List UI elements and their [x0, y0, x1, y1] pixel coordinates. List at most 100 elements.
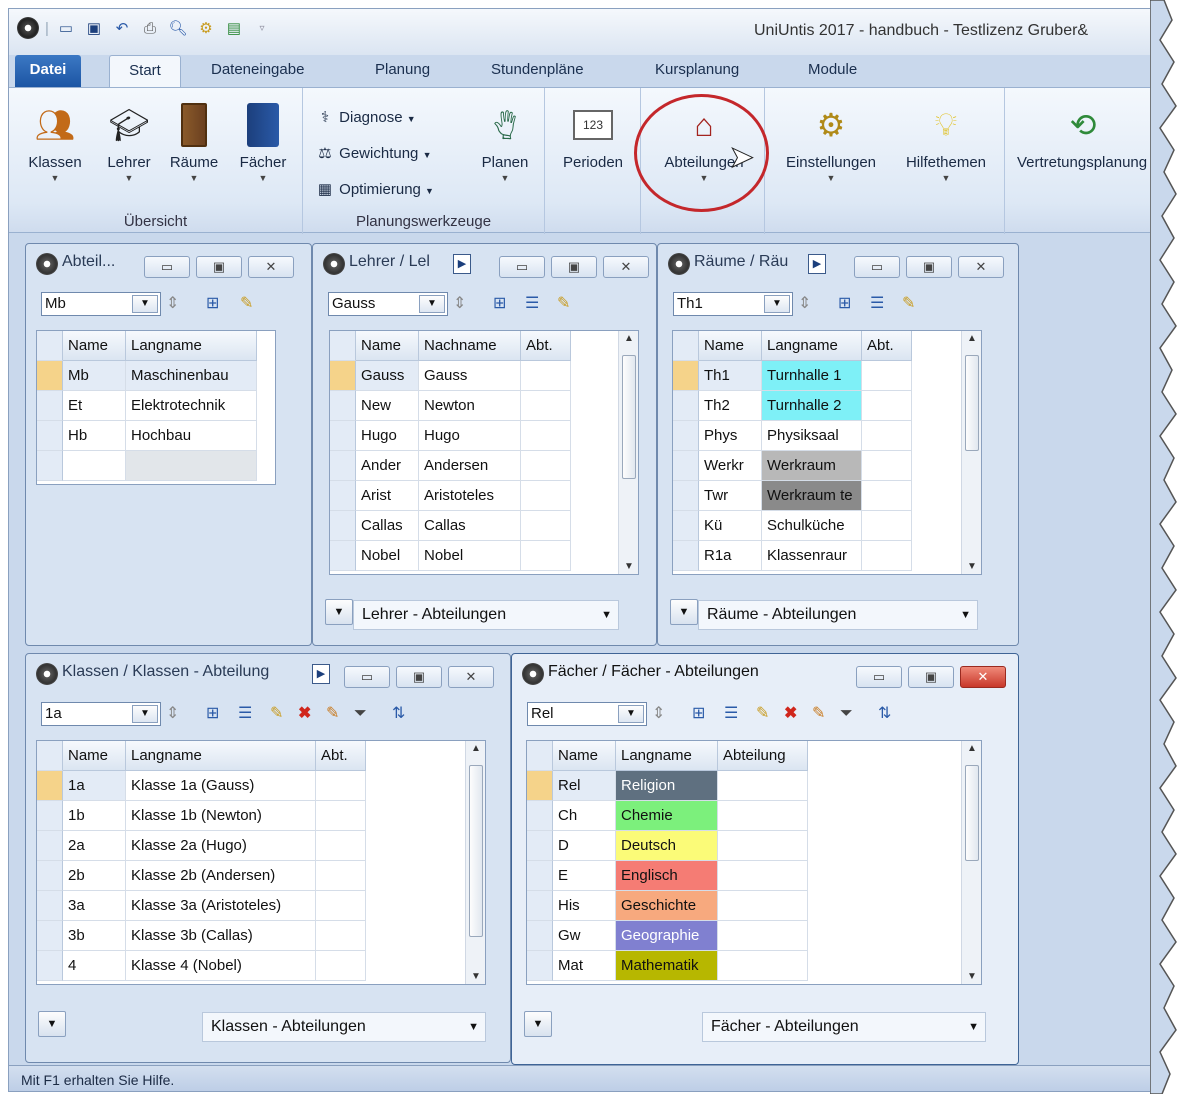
chevron-down-icon[interactable]: ▼: [132, 295, 158, 313]
row-selector[interactable]: [527, 831, 553, 861]
table-cell[interactable]: 1a: [63, 771, 126, 801]
row-selector[interactable]: [330, 481, 356, 511]
table-row[interactable]: Kü Schulküche: [673, 511, 981, 541]
new-row-icon[interactable]: ⊞: [692, 704, 705, 724]
maximize-button[interactable]: ▣: [196, 256, 242, 278]
table-cell[interactable]: Klasse 3b (Callas): [126, 921, 316, 951]
view-combo[interactable]: Räume - Abteilungen ▼: [698, 600, 978, 630]
table-row[interactable]: Mb Maschinenbau: [37, 361, 275, 391]
planen-button[interactable]: 🖐︎ Planen ▼: [471, 102, 539, 184]
table-cell[interactable]: [862, 421, 912, 451]
row-selector[interactable]: [673, 541, 699, 571]
table-row[interactable]: R1a Klassenraur: [673, 541, 981, 571]
element-combo[interactable]: 1a ▼: [41, 702, 161, 726]
row-selector[interactable]: [37, 861, 63, 891]
table-row[interactable]: Hb Hochbau: [37, 421, 275, 451]
table-cell[interactable]: Englisch: [616, 861, 718, 891]
raeume-button[interactable]: Räume ▼: [164, 102, 224, 183]
table-cell[interactable]: Aristoteles: [419, 481, 521, 511]
col-header-abt[interactable]: Abt.: [521, 331, 571, 361]
col-header-name[interactable]: Name: [63, 741, 126, 771]
row-selector[interactable]: [37, 951, 63, 981]
table-cell[interactable]: Hugo: [356, 421, 419, 451]
new-row-icon[interactable]: ⊞: [838, 294, 851, 314]
table-cell[interactable]: 3a: [63, 891, 126, 921]
table-cell[interactable]: Werkr: [699, 451, 762, 481]
tab-start[interactable]: Start: [109, 55, 181, 87]
table-cell[interactable]: Th1: [699, 361, 762, 391]
close-button[interactable]: ✕: [960, 666, 1006, 688]
maximize-button[interactable]: ▣: [551, 256, 597, 278]
new-row-icon[interactable]: ⊞: [206, 704, 219, 724]
table-row[interactable]: 4 Klasse 4 (Nobel): [37, 951, 485, 981]
new-element-icon[interactable]: ✎: [557, 294, 570, 314]
chevron-down-icon[interactable]: ▼: [618, 705, 644, 723]
table-row[interactable]: 1a Klasse 1a (Gauss): [37, 771, 485, 801]
row-selector[interactable]: [673, 421, 699, 451]
expand-arrow-icon[interactable]: ▶: [808, 254, 826, 274]
col-header-name[interactable]: Name: [356, 331, 419, 361]
table-cell[interactable]: New: [356, 391, 419, 421]
row-selector[interactable]: [527, 801, 553, 831]
table-cell[interactable]: Geographie: [616, 921, 718, 951]
element-combo[interactable]: Gauss ▼: [328, 292, 448, 316]
table-cell[interactable]: Mathematik: [616, 951, 718, 981]
row-selector[interactable]: [37, 771, 63, 801]
table-cell[interactable]: Arist: [356, 481, 419, 511]
table-row[interactable]: Ander Andersen: [330, 451, 638, 481]
table-cell[interactable]: E: [553, 861, 616, 891]
new-element-icon[interactable]: ✎: [270, 704, 283, 724]
table-row[interactable]: E Englisch: [527, 861, 981, 891]
row-selector[interactable]: [37, 801, 63, 831]
table-cell[interactable]: Schulküche: [762, 511, 862, 541]
undo-icon[interactable]: ↶: [111, 17, 133, 39]
table-row[interactable]: Gw Geographie: [527, 921, 981, 951]
new-row-icon[interactable]: ⊞: [493, 294, 506, 314]
table-cell[interactable]: Rel: [553, 771, 616, 801]
table-cell[interactable]: Turnhalle 2: [762, 391, 862, 421]
chevron-down-icon[interactable]: ▼: [764, 295, 790, 313]
vertical-scrollbar[interactable]: ▲ ▼: [961, 741, 981, 984]
new-element-icon[interactable]: ✎: [756, 704, 769, 724]
table-cell[interactable]: [316, 861, 366, 891]
row-selector[interactable]: [330, 391, 356, 421]
table-cell[interactable]: Klasse 2a (Hugo): [126, 831, 316, 861]
table-cell[interactable]: Andersen: [419, 451, 521, 481]
new-element-icon[interactable]: ✎: [902, 294, 915, 314]
table-row[interactable]: Gauss Gauss: [330, 361, 638, 391]
table-cell[interactable]: [718, 771, 808, 801]
table-cell[interactable]: 4: [63, 951, 126, 981]
table-cell[interactable]: Ch: [553, 801, 616, 831]
view-combo[interactable]: Lehrer - Abteilungen ▼: [353, 600, 619, 630]
gewichtung-button[interactable]: ⚖ Gewichtung ▼: [315, 144, 431, 162]
table-cell[interactable]: Callas: [356, 511, 419, 541]
tab-datei[interactable]: Datei: [15, 55, 81, 87]
table-cell[interactable]: 3b: [63, 921, 126, 951]
element-combo[interactable]: Th1 ▼: [673, 292, 793, 316]
table-cell[interactable]: [718, 801, 808, 831]
maximize-button[interactable]: ▣: [396, 666, 442, 688]
chevron-down-icon[interactable]: ▼: [132, 705, 158, 723]
table-row[interactable]: Twr Werkraum te: [673, 481, 981, 511]
klassen-button[interactable]: 👥︎ Klassen ▼: [25, 102, 85, 183]
table-cell[interactable]: [521, 361, 571, 391]
table-cell[interactable]: [316, 891, 366, 921]
table-row[interactable]: Hugo Hugo: [330, 421, 638, 451]
table-cell[interactable]: Klasse 1b (Newton): [126, 801, 316, 831]
table-cell[interactable]: [862, 541, 912, 571]
table-cell[interactable]: [316, 801, 366, 831]
expand-arrow-icon[interactable]: ▶: [312, 664, 330, 684]
expand-detail-button[interactable]: ▼: [38, 1011, 66, 1037]
table-row[interactable]: His Geschichte: [527, 891, 981, 921]
table-row[interactable]: Nobel Nobel: [330, 541, 638, 571]
row-selector[interactable]: [330, 451, 356, 481]
table-cell[interactable]: Werkraum: [762, 451, 862, 481]
customize-icon[interactable]: ▿: [251, 17, 273, 39]
table-cell[interactable]: 2b: [63, 861, 126, 891]
new-element-icon[interactable]: ✎: [240, 294, 253, 314]
col-header-langname[interactable]: Langname: [126, 331, 257, 361]
close-button[interactable]: ✕: [958, 256, 1004, 278]
table-cell[interactable]: [521, 451, 571, 481]
table-cell[interactable]: [718, 951, 808, 981]
row-selector[interactable]: [527, 861, 553, 891]
